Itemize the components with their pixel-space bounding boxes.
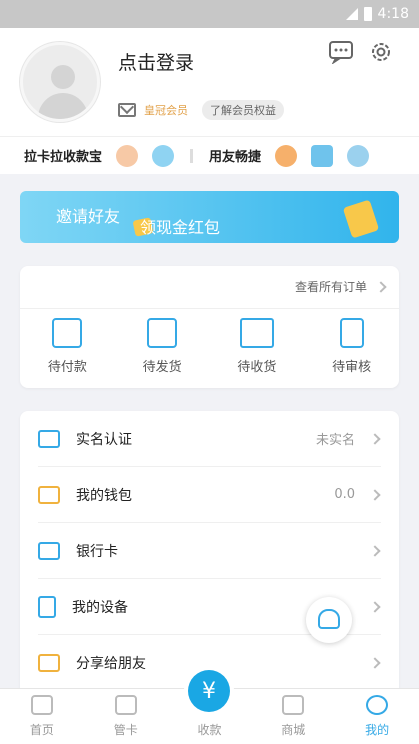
wallet-icon <box>38 485 60 504</box>
member-row: 皇冠会员 了解会员权益 <box>118 100 284 120</box>
alipay-icon[interactable] <box>311 144 334 167</box>
chevron-right-icon <box>369 432 381 445</box>
card-icon <box>114 695 137 715</box>
invite-banner[interactable]: 邀请好友 领现金红包 <box>20 191 399 243</box>
bag-icon <box>282 695 305 715</box>
menu-item-value: 0.0 <box>334 487 355 502</box>
member-benefits-button[interactable]: 了解会员权益 <box>202 100 284 120</box>
menu-item-label: 我的钱包 <box>76 487 132 504</box>
tab-label: 商城 <box>281 723 306 737</box>
order-status-label: 待收货 <box>237 360 277 375</box>
play-icon[interactable] <box>275 144 298 167</box>
divider <box>20 308 399 309</box>
avatar[interactable] <box>20 42 100 122</box>
quickbar-group-yonyou: 用友畅捷 <box>209 150 262 165</box>
battery-icon <box>363 7 372 21</box>
order-status-label: 待审核 <box>332 360 372 375</box>
menu-item-real-name[interactable]: 实名认证 未实名 <box>38 411 381 467</box>
avatar-head <box>51 65 75 89</box>
banner-title: 邀请好友 <box>56 207 121 226</box>
menu-item-wallet[interactable]: 我的钱包 0.0 <box>38 467 381 523</box>
user-icon <box>366 695 389 715</box>
chat-bubble-icon[interactable] <box>347 144 370 167</box>
menu-item-bank-card[interactable]: 银行卡 <box>38 523 381 579</box>
login-link[interactable]: 点击登录 <box>118 48 194 75</box>
menu-item-label: 银行卡 <box>76 543 118 560</box>
menu-item-label: 分享给朋友 <box>76 656 146 672</box>
bank-card-icon <box>38 541 60 560</box>
signal-icon <box>344 8 358 20</box>
view-all-orders-link[interactable]: 查看所有订单 <box>294 278 387 295</box>
profile-header: 点击登录 皇冠会员 了解会员权益 <box>0 28 419 136</box>
yuan-icon: ¥ <box>202 678 216 704</box>
lightning-icon[interactable] <box>152 144 175 167</box>
tab-cards[interactable]: 管卡 <box>84 689 168 744</box>
money-bag-icon <box>342 199 380 239</box>
account-menu: 实名认证 未实名 我的钱包 0.0 银行卡 我的设备 分享给朋友 <box>20 411 399 701</box>
avatar-body <box>38 93 88 119</box>
tab-label: 首页 <box>29 723 54 737</box>
order-status-label: 待付款 <box>47 360 87 375</box>
tab-label: 我的 <box>365 723 390 737</box>
tab-mine[interactable]: 我的 <box>335 689 419 744</box>
status-time: 4:18 <box>377 6 409 22</box>
order-status-label: 待发货 <box>142 360 182 375</box>
menu-item-label: 实名认证 <box>76 431 132 448</box>
banner-subtitle: 领现金红包 <box>140 218 221 237</box>
view-all-orders-label: 查看所有订单 <box>294 280 367 294</box>
user-circle-icon[interactable] <box>116 144 139 167</box>
order-status-pending-payment[interactable]: 待付款 <box>20 318 115 375</box>
gear-icon[interactable] <box>368 40 394 64</box>
box-icon <box>147 318 178 348</box>
orders-card: 查看所有订单 待付款 待发货 待收货 待审核 <box>20 266 399 388</box>
chevron-right-icon <box>369 600 381 613</box>
customer-service-button[interactable] <box>306 597 352 643</box>
member-icon <box>118 103 136 117</box>
chevron-right-icon <box>369 657 381 669</box>
order-status-list: 待付款 待发货 待收货 待审核 <box>20 318 399 375</box>
quick-bar: 拉卡拉收款宝 用友畅捷 <box>0 136 419 174</box>
quickbar-divider <box>190 148 194 163</box>
tab-label: 管卡 <box>113 723 138 737</box>
wallet-icon <box>52 318 83 348</box>
review-icon <box>339 318 364 348</box>
menu-item-value: 未实名 <box>315 433 355 448</box>
id-card-icon <box>38 429 60 448</box>
quickbar-group-lakala: 拉卡拉收款宝 <box>24 150 103 165</box>
order-status-pending-receipt[interactable]: 待收货 <box>210 318 305 375</box>
chevron-right-icon <box>369 544 381 557</box>
tab-home[interactable]: 首页 <box>0 689 84 744</box>
home-icon <box>30 695 53 715</box>
device-icon <box>38 595 56 618</box>
truck-icon <box>239 318 274 348</box>
status-bar: 4:18 <box>0 0 419 28</box>
message-icon[interactable] <box>328 40 354 64</box>
order-status-pending-review[interactable]: 待审核 <box>304 318 399 375</box>
share-icon <box>38 654 60 672</box>
chevron-right-icon <box>369 488 381 501</box>
tab-mall[interactable]: 商城 <box>251 689 335 744</box>
order-status-pending-shipment[interactable]: 待发货 <box>115 318 210 375</box>
member-label[interactable]: 皇冠会员 <box>144 102 188 118</box>
collect-payment-button[interactable]: ¥ <box>188 670 230 712</box>
chevron-right-icon <box>375 280 387 293</box>
tab-label: 收款 <box>197 723 222 737</box>
